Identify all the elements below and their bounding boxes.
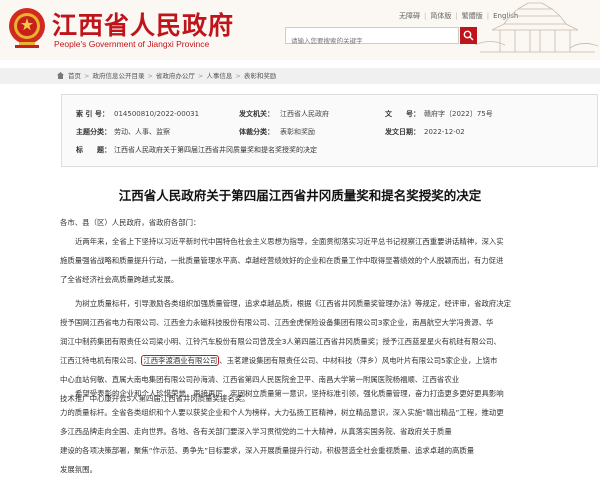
paragraph-1: 近两年来，全省上下坚持以习近平新时代中国特色社会主义思想为指导，全面贯彻落实习近… — [60, 232, 565, 289]
paragraph-line: 了全省经济社会高质量跨越式发展。 — [60, 275, 179, 284]
document-info-box: 索 引 号： 014500810/2022-00031 发文机关： 江西省人民政… — [61, 94, 598, 167]
breadcrumb-gov-info[interactable]: 政府信息公开目录 — [92, 72, 144, 80]
category-value: 劳动、人事、监察 — [114, 128, 170, 136]
breadcrumb-awards[interactable]: 表彰和奖励 — [244, 72, 277, 80]
search-input[interactable] — [286, 33, 441, 49]
highlighted-company: 江西李渡酒业有限公司 — [141, 355, 220, 366]
breadcrumb: 首页 > 政府信息公开目录 > 省政府办公厅 > 人事信息 > 表彰和奖励 — [0, 68, 600, 84]
company-text: 江西江特电机有限公司、 — [60, 356, 142, 365]
docno-label: 文 号： — [385, 110, 420, 118]
accessibility-link[interactable]: 无障碍 — [399, 12, 420, 20]
category-label: 主题分类： — [76, 128, 111, 136]
article-title: 江西省人民政府关于第四届江西省井冈质量奖和提名奖授奖的决定 — [118, 188, 482, 203]
breadcrumb-personnel[interactable]: 人事信息 — [206, 72, 232, 80]
genre-value: 表彰和奖励 — [280, 128, 315, 136]
paragraph-line: 发展氛围。 — [60, 465, 97, 474]
national-emblem-icon — [9, 8, 45, 48]
breadcrumb-office[interactable]: 省政府办公厅 — [156, 72, 195, 80]
title-value: 江西省人民政府关于第四届江西省井冈质量奖和提名奖授奖的决定 — [114, 146, 317, 154]
info-row: 索 引 号： 014500810/2022-00031 发文机关： 江西省人民政… — [62, 105, 597, 123]
site-title[interactable]: 江西省人民政府 — [52, 6, 234, 42]
site-header: 江西省人民政府 People's Government of Jiangxi P… — [0, 0, 600, 60]
index-value: 014500810/2022-00031 — [114, 110, 200, 118]
salutation: 各市、县（区）人民政府，省政府各部门： — [60, 213, 565, 232]
pavilion-illustration — [474, 2, 599, 53]
salutation-text: 各市、县（区）人民政府，省政府各部门： — [60, 218, 201, 227]
paragraph-3: 希望受表彰的企业和个人珍惜荣誉，再接再厉，牢固树立质量第一意识，坚持标准引领，强… — [60, 384, 565, 479]
paragraph-line: 希望受表彰的企业和个人珍惜荣誉，再接再厉，牢固树立质量第一意识，坚持标准引领，强… — [75, 389, 504, 398]
date-value: 2022-12-02 — [424, 128, 465, 136]
paragraph-line: 建设的各项决策部署，聚焦“作示范、勇争先”目标要求，深入开展质量提升行动，积极营… — [60, 446, 475, 455]
title-label: 标 题： — [76, 146, 111, 154]
issuer-label: 发文机关： — [239, 110, 274, 118]
paragraph-line: 多江西品牌走向全国、走向世界。各地、各有关部门要深入学习贯彻党的二十大精神，从真… — [60, 427, 452, 436]
genre-label: 体裁分类： — [239, 128, 274, 136]
paragraph-line: 为树立质量标杆，引导激励各类组织加强质量管理，追求卓越品质，根据《江西省井冈质量… — [75, 299, 512, 308]
company-text: 、玉茗建设集团有限责任公司、中材科技（萍乡）风电叶片有限公司5家企业，上饶市 — [219, 356, 498, 365]
simplified-link[interactable]: 简体版 — [430, 12, 451, 20]
paragraph-line: 力的质量标杆。全省各类组织和个人要以获奖企业和个人为榜样，大力弘扬工匠精神，树立… — [60, 408, 504, 417]
site-subtitle: People's Government of Jiangxi Province — [54, 39, 210, 49]
info-row: 主题分类： 劳动、人事、监察 体裁分类： 表彰和奖励 发文日期： 2022-12… — [62, 123, 597, 141]
index-label: 索 引 号： — [76, 110, 109, 118]
docno-value: 赣府字〔2022〕75号 — [424, 110, 493, 118]
date-label: 发文日期： — [385, 128, 420, 136]
issuer-value: 江西省人民政府 — [280, 110, 329, 118]
search-box — [285, 27, 459, 49]
paragraph-line: 江西江特电机有限公司、 江西李渡酒业有限公司 、玉茗建设集团有限责任公司、中材科技（… — [60, 351, 565, 370]
info-row: 标 题： 江西省人民政府关于第四届江西省井冈质量奖和提名奖授奖的决定 — [62, 141, 597, 159]
home-icon[interactable] — [57, 72, 64, 79]
paragraph-line: 授予国网江西省电力有限公司、江西金力永磁科技股份有限公司、江西金虎保险设备集团有… — [60, 318, 494, 327]
paragraph-line: 施质量强省战略和质量提升行动，一批质量管理水平高、卓越经营绩效好的企业和在质量工… — [60, 256, 504, 265]
paragraph-line: 近两年来，全省上下坚持以习近平新时代中国特色社会主义思想为指导，全面贯彻落实习近… — [75, 237, 504, 246]
paragraph-line: 润江中制药集团有限责任公司梁小明、江铃汽车股份有限公司曾茂全3人第四届江西省井冈… — [60, 337, 501, 346]
breadcrumb-home[interactable]: 首页 — [68, 72, 81, 80]
